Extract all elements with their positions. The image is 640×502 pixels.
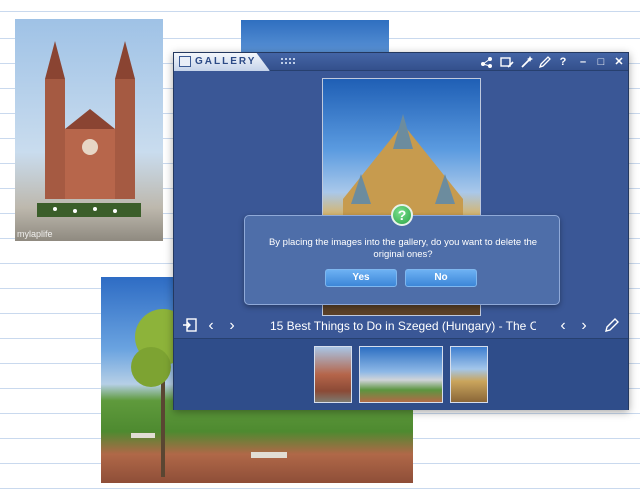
confirm-dialog: ? By placing the images into the gallery… <box>244 204 560 305</box>
image-title: 15 Best Things to Do in Szeged (Hungary)… <box>270 319 536 333</box>
gallery-app-icon <box>179 56 191 67</box>
yes-button[interactable]: Yes <box>325 269 397 287</box>
thumbnail-park[interactable] <box>359 346 443 403</box>
thumbnail-palace[interactable] <box>450 346 488 403</box>
question-icon: ? <box>391 204 413 226</box>
cathedral-illustration <box>37 41 141 217</box>
image-edit-icon[interactable] <box>500 55 514 69</box>
share-icon[interactable] <box>480 55 494 69</box>
edit-title-pencil-icon[interactable] <box>604 317 620 335</box>
no-button[interactable]: No <box>405 269 477 287</box>
next-title-button[interactable]: › <box>577 317 591 335</box>
help-icon[interactable]: ? <box>556 55 570 69</box>
minimize-icon[interactable]: – <box>576 55 590 69</box>
next-image-button[interactable]: › <box>225 317 239 335</box>
background-photo-sky <box>241 20 389 54</box>
import-icon[interactable] <box>182 317 198 335</box>
pencil-icon[interactable] <box>538 55 552 69</box>
drag-grip-icon[interactable] <box>280 57 296 66</box>
navigation-bar: ‹ › 15 Best Things to Do in Szeged (Hung… <box>174 313 628 339</box>
maximize-icon[interactable]: □ <box>594 55 608 69</box>
photo-caption: mylaplife <box>17 229 53 239</box>
title-tab: GALLERY <box>174 53 270 71</box>
window-title: GALLERY <box>195 56 257 67</box>
background-photo-cathedral: mylaplife <box>15 19 163 241</box>
dialog-message: By placing the images into the gallery, … <box>268 237 538 260</box>
gallery-window: GALLERY ? – □ ✕ ? By placing the images … <box>173 52 629 410</box>
thumbnail-strip <box>174 338 628 410</box>
close-icon[interactable]: ✕ <box>612 55 626 69</box>
effects-icon[interactable] <box>520 55 534 69</box>
previous-image-button[interactable]: ‹ <box>204 317 218 335</box>
title-bar[interactable]: GALLERY ? – □ ✕ <box>174 53 628 71</box>
thumbnail-cathedral[interactable] <box>314 346 352 403</box>
previous-title-button[interactable]: ‹ <box>556 317 570 335</box>
